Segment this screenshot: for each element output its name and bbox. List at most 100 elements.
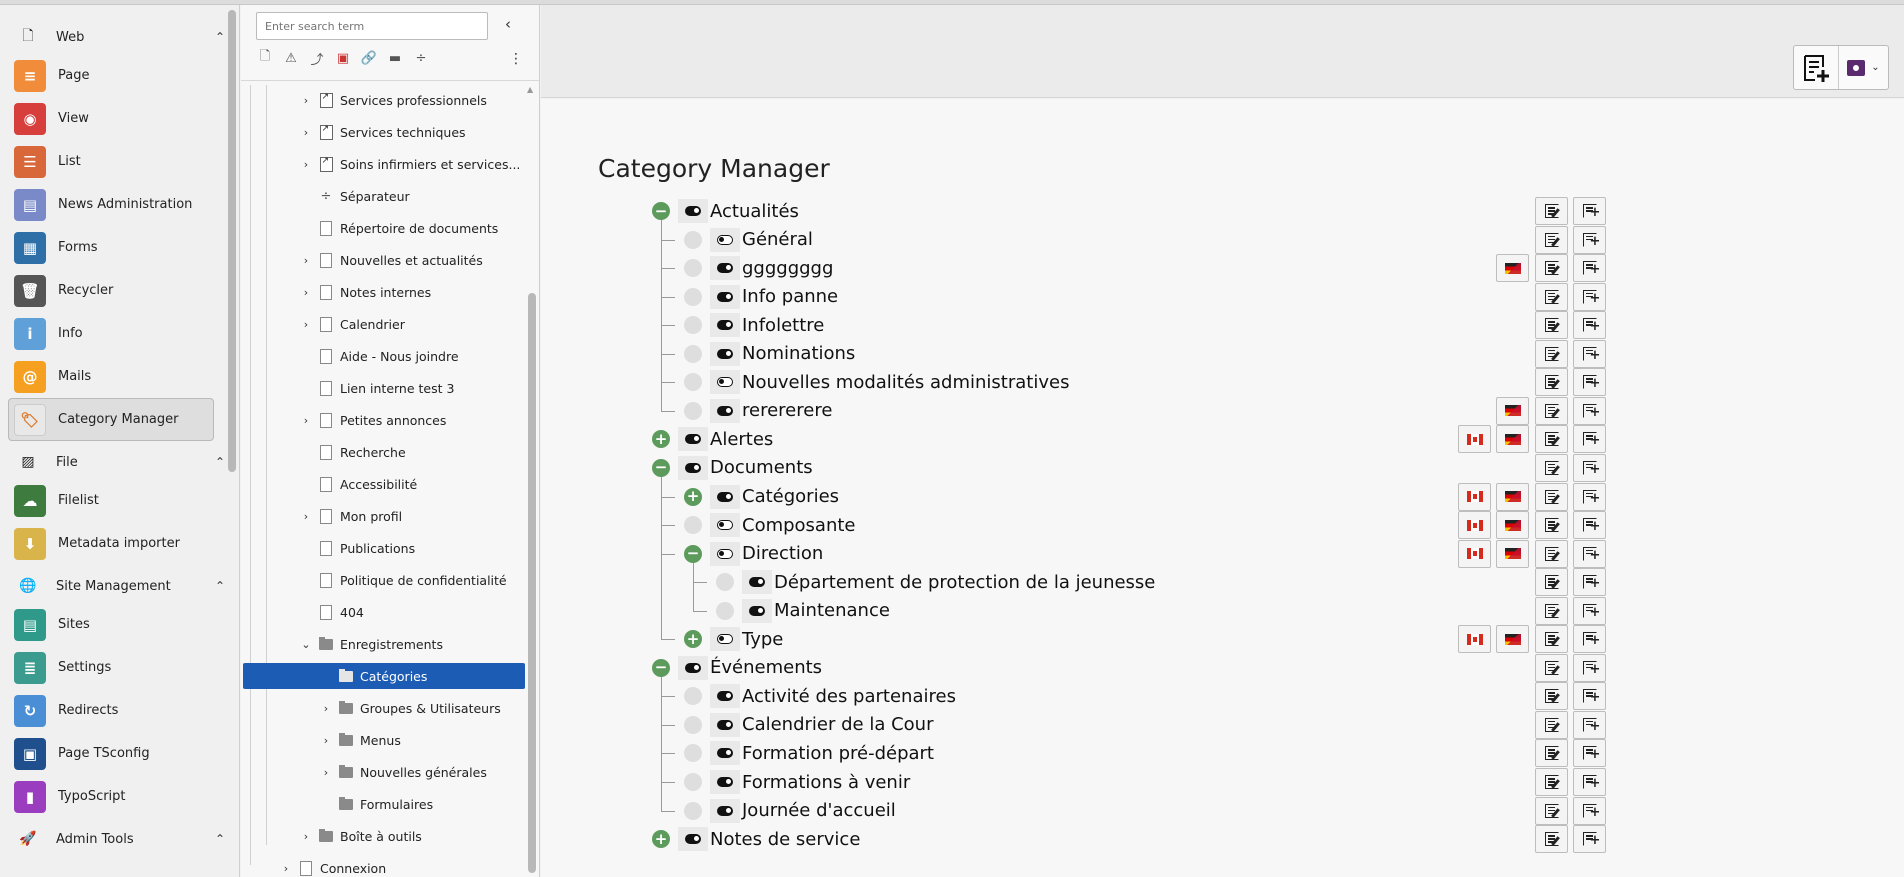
edit-category-button[interactable] xyxy=(1535,482,1568,511)
edit-category-button[interactable] xyxy=(1535,625,1568,654)
module-group-site-management[interactable]: 🌐 Site Management ⌃ xyxy=(0,569,239,603)
module-group-file[interactable]: ▨ File ⌃ xyxy=(0,445,239,479)
new-separator-icon[interactable]: ÷ xyxy=(411,49,431,67)
category-row-journee-d-accueil[interactable]: Journée d'accueil xyxy=(684,797,896,825)
tree-node-menus[interactable]: › Menus xyxy=(319,727,401,753)
edit-category-button[interactable] xyxy=(1535,396,1568,425)
add-subcategory-button[interactable] xyxy=(1573,197,1606,225)
chevron-right-icon[interactable]: › xyxy=(299,830,313,843)
edit-category-button[interactable] xyxy=(1535,225,1568,254)
new-page-warning-icon[interactable]: ⚠ xyxy=(281,49,301,67)
chevron-up-icon[interactable]: ⌃ xyxy=(200,30,239,44)
category-row-nouvelles-modalites-administratives[interactable]: Nouvelles modalités administratives xyxy=(684,368,1069,396)
visibility-toggle[interactable] xyxy=(710,513,740,538)
chevron-right-icon[interactable]: › xyxy=(299,94,313,107)
tree-node-petites-annonces[interactable]: › Petites annonces xyxy=(299,407,446,433)
tree-node-notes-internes[interactable]: › Notes internes xyxy=(299,279,431,305)
chevron-right-icon[interactable]: › xyxy=(299,318,313,331)
chevron-up-icon[interactable]: ⌃ xyxy=(200,455,239,469)
tree-node-calendrier[interactable]: › Calendrier xyxy=(299,311,405,337)
chevron-right-icon[interactable]: › xyxy=(319,702,333,715)
language-ca-button[interactable] xyxy=(1458,482,1491,511)
visibility-toggle[interactable] xyxy=(742,570,772,595)
collapse-icon[interactable]: − xyxy=(652,658,670,677)
language-ca-button[interactable] xyxy=(1458,511,1491,540)
category-row-documents[interactable]: − Documents xyxy=(652,454,813,482)
visibility-toggle[interactable] xyxy=(710,798,740,823)
chevron-right-icon[interactable]: › xyxy=(299,286,313,299)
expand-icon[interactable]: + xyxy=(684,487,702,506)
chevron-right-icon[interactable]: › xyxy=(319,766,333,779)
module-page[interactable]: ≡ Page xyxy=(8,54,214,97)
visibility-toggle[interactable] xyxy=(710,313,740,338)
module-metadata-importer[interactable]: ⬇ Metadata importer xyxy=(8,522,214,565)
category-row-composante[interactable]: Composante xyxy=(684,511,856,539)
tree-node-services-professionnels[interactable]: › Services professionnels xyxy=(299,87,487,113)
chevron-up-icon[interactable]: ⌃ xyxy=(200,579,239,593)
chevron-up-icon[interactable]: ⌃ xyxy=(200,832,239,846)
category-row-formation-pre-depart[interactable]: Formation pré-départ xyxy=(684,739,934,767)
module-page-tsconfig[interactable]: ▣ Page TSconfig xyxy=(8,732,214,775)
edit-category-button[interactable] xyxy=(1535,596,1568,625)
language-ca-button[interactable] xyxy=(1458,425,1491,454)
tree-node-publications[interactable]: Publications xyxy=(299,535,415,561)
edit-category-button[interactable] xyxy=(1535,254,1568,283)
category-row-activite-des-partenaires[interactable]: Activité des partenaires xyxy=(684,682,956,710)
edit-category-button[interactable] xyxy=(1535,739,1568,768)
module-typoscript[interactable]: ▮ TypoScript xyxy=(8,775,214,818)
category-row-gggggggg[interactable]: gggggggg xyxy=(684,254,833,282)
add-subcategory-button[interactable] xyxy=(1573,339,1606,368)
new-link-icon[interactable]: 🔗 xyxy=(359,49,379,67)
edit-category-button[interactable] xyxy=(1535,453,1568,482)
module-list[interactable]: ☰ List xyxy=(8,140,214,183)
tree-node-aide-nous-joindre[interactable]: Aide - Nous joindre xyxy=(299,343,459,369)
add-subcategory-button[interactable] xyxy=(1573,254,1606,283)
tree-node-groupes-utilisateurs[interactable]: › Groupes & Utilisateurs xyxy=(319,695,501,721)
category-row-info-panne[interactable]: Info panne xyxy=(684,283,838,311)
tree-node-politique-de-confidentialite[interactable]: Politique de confidentialité xyxy=(299,567,507,593)
tree-node-enregistrements[interactable]: ⌄ Enregistrements xyxy=(299,631,443,657)
category-row-direction[interactable]: − Direction xyxy=(684,540,823,568)
visibility-toggle[interactable] xyxy=(678,455,708,480)
add-subcategory-button[interactable] xyxy=(1573,568,1606,597)
tree-node-recherche[interactable]: Recherche xyxy=(299,439,406,465)
visibility-toggle[interactable] xyxy=(678,427,708,452)
category-row-nominations[interactable]: Nominations xyxy=(684,340,855,368)
module-forms[interactable]: ▦ Forms xyxy=(8,226,214,269)
edit-category-button[interactable] xyxy=(1535,710,1568,739)
add-subcategory-button[interactable] xyxy=(1573,282,1606,311)
add-subcategory-button[interactable] xyxy=(1573,739,1606,768)
chevron-right-icon[interactable]: › xyxy=(299,158,313,171)
visibility-toggle[interactable] xyxy=(678,199,708,223)
tree-node-connexion[interactable]: › Connexion xyxy=(279,855,386,877)
tree-node-accessibilite[interactable]: Accessibilité xyxy=(299,471,417,497)
category-row-notes-de-service[interactable]: + Notes de service xyxy=(652,825,860,853)
module-mails[interactable]: @ Mails xyxy=(8,355,214,398)
tree-node-repertoire-de-documents[interactable]: Répertoire de documents xyxy=(299,215,498,241)
category-row-alertes[interactable]: + Alertes xyxy=(652,425,773,453)
edit-category-button[interactable] xyxy=(1535,368,1568,397)
new-shortcut-icon[interactable]: ⤴ xyxy=(307,49,327,68)
tree-scrollbar[interactable] xyxy=(528,293,536,873)
chevron-right-icon[interactable]: › xyxy=(299,126,313,139)
collapse-icon[interactable]: − xyxy=(684,544,702,563)
tree-node-categories[interactable]: Catégories xyxy=(243,663,525,689)
language-translation-button[interactable] xyxy=(1496,511,1529,540)
module-redirects[interactable]: ↻ Redirects xyxy=(8,689,214,732)
add-subcategory-button[interactable] xyxy=(1573,625,1606,654)
category-row-categories[interactable]: + Catégories xyxy=(684,483,839,511)
new-folder-icon[interactable]: ▬ xyxy=(385,49,405,67)
tree-node-404[interactable]: 404 xyxy=(299,599,364,625)
category-row-maintenance[interactable]: Maintenance xyxy=(716,597,890,625)
module-settings[interactable]: ≣ Settings xyxy=(8,646,214,689)
tree-node-separateur[interactable]: ÷ Séparateur xyxy=(299,183,410,209)
add-subcategory-button[interactable] xyxy=(1573,796,1606,825)
visibility-toggle[interactable] xyxy=(710,684,740,709)
new-page-icon[interactable]: 🗋 xyxy=(255,49,275,67)
visibility-toggle[interactable] xyxy=(710,541,740,566)
language-translation-button[interactable] xyxy=(1496,539,1529,568)
chevron-right-icon[interactable]: › xyxy=(319,734,333,747)
category-row-rerererere[interactable]: rerererere xyxy=(684,397,832,425)
visibility-toggle[interactable] xyxy=(710,484,740,509)
module-sites[interactable]: ▤ Sites xyxy=(8,603,214,646)
